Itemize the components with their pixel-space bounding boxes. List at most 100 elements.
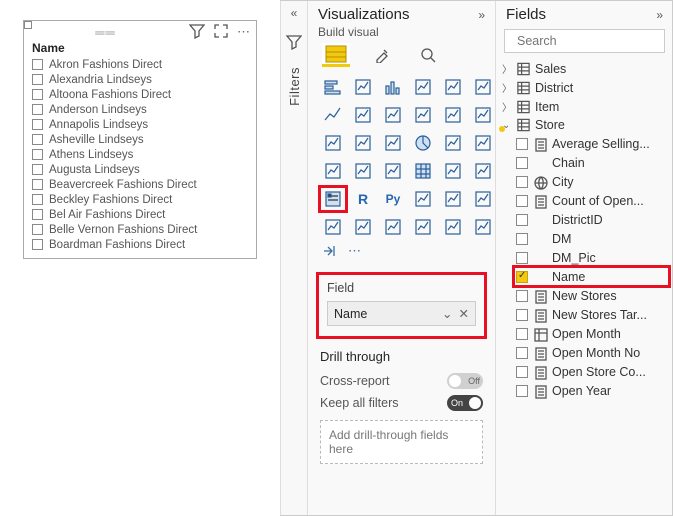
slicer-item[interactable]: Athens Lindseys	[32, 147, 248, 162]
viz-type-column-clustered[interactable]	[410, 75, 436, 99]
viz-type-line-markers[interactable]	[410, 103, 436, 127]
checkbox-icon[interactable]	[32, 89, 43, 100]
viz-type-key-influencers[interactable]	[410, 187, 436, 211]
collapse-fields-icon[interactable]: »	[656, 8, 663, 22]
slicer-item[interactable]: Altoona Fashions Direct	[32, 87, 248, 102]
viz-type-python[interactable]: Py	[380, 187, 406, 211]
checkbox-icon[interactable]	[32, 134, 43, 145]
table-district[interactable]: 〉District	[500, 78, 669, 97]
field-average-selling-[interactable]: Average Selling...	[514, 134, 669, 153]
search-input[interactable]	[517, 34, 673, 48]
table-store[interactable]: ⌄Store	[500, 116, 669, 134]
field-dm[interactable]: DM	[514, 229, 669, 248]
viz-type-ribbon[interactable]	[440, 103, 466, 127]
focus-mode-icon[interactable]	[213, 23, 229, 42]
more-options-icon[interactable]: ⋯	[237, 24, 250, 40]
expand-filters-icon[interactable]: «	[291, 6, 298, 20]
format-visual-tab[interactable]	[368, 43, 396, 67]
viz-type-azure-map[interactable]	[380, 159, 406, 183]
collapse-viz-icon[interactable]: »	[478, 8, 485, 22]
viz-type-decomp[interactable]	[440, 187, 466, 211]
checkbox-icon[interactable]	[516, 195, 528, 207]
checkbox-icon[interactable]	[516, 290, 528, 302]
ellipsis-icon[interactable]: ⋯	[348, 243, 361, 262]
checkbox-icon[interactable]	[516, 157, 528, 169]
checkbox-icon[interactable]	[516, 309, 528, 321]
field-city[interactable]: City	[514, 172, 669, 191]
viz-type-donut[interactable]	[440, 131, 466, 155]
cross-report-toggle[interactable]: Off	[447, 373, 483, 389]
slicer-item[interactable]: Beckley Fashions Direct	[32, 192, 248, 207]
chevron-down-icon[interactable]: ⌄	[442, 306, 452, 321]
viz-type-table[interactable]	[410, 159, 436, 183]
viz-type-funnel[interactable]	[320, 131, 346, 155]
viz-type-r[interactable]: R	[350, 187, 376, 211]
slicer-item[interactable]: Beavercreek Fashions Direct	[32, 177, 248, 192]
checkbox-icon[interactable]	[32, 164, 43, 175]
viz-type-custom2[interactable]	[470, 215, 496, 239]
viz-type-shape-map[interactable]	[350, 159, 376, 183]
field-pill-name[interactable]: Name ⌄ ✕	[327, 301, 476, 326]
field-open-month-no[interactable]: Open Month No	[514, 343, 669, 362]
viz-type-filled-map[interactable]	[320, 159, 346, 183]
viz-type-card[interactable]	[380, 131, 406, 155]
checkbox-icon[interactable]	[516, 328, 528, 340]
checkbox-icon[interactable]	[32, 149, 43, 160]
more-visuals-icon[interactable]	[322, 243, 338, 262]
slicer-item[interactable]: Alexandria Lindseys	[32, 72, 248, 87]
slicer-item[interactable]: Belle Vernon Fashions Direct	[32, 222, 248, 237]
checkbox-icon[interactable]	[32, 224, 43, 235]
table-sales[interactable]: 〉Sales	[500, 59, 669, 78]
viz-type-kpi[interactable]	[470, 159, 496, 183]
slicer-item[interactable]: Augusta Lindseys	[32, 162, 248, 177]
field-open-year[interactable]: Open Year	[514, 381, 669, 400]
drill-through-drop-target[interactable]: Add drill-through fields here	[320, 420, 483, 464]
field-count-of-open-[interactable]: Count of Open...	[514, 191, 669, 210]
viz-type-line[interactable]	[320, 103, 346, 127]
checkbox-icon[interactable]	[516, 271, 528, 283]
analytics-tab[interactable]	[414, 43, 442, 67]
viz-type-paginated[interactable]	[320, 215, 346, 239]
checkbox-icon[interactable]	[32, 194, 43, 205]
viz-type-column-line[interactable]	[470, 75, 496, 99]
field-districtid[interactable]: DistrictID	[514, 210, 669, 229]
slicer-item[interactable]: Asheville Lindseys	[32, 132, 248, 147]
viz-type-matrix[interactable]	[440, 159, 466, 183]
field-open-store-co-[interactable]: Open Store Co...	[514, 362, 669, 381]
viz-type-gauge[interactable]	[350, 131, 376, 155]
checkbox-icon[interactable]	[32, 179, 43, 190]
field-new-stores-tar-[interactable]: New Stores Tar...	[514, 305, 669, 324]
checkbox-icon[interactable]	[516, 214, 528, 226]
checkbox-icon[interactable]	[32, 104, 43, 115]
viz-type-arcgis[interactable]	[350, 215, 376, 239]
slicer-item[interactable]: Annapolis Lindseys	[32, 117, 248, 132]
checkbox-icon[interactable]	[516, 252, 528, 264]
checkbox-icon[interactable]	[516, 366, 528, 378]
slicer-visual[interactable]: ══ ⋯ Name Akron Fashions DirectAlexandri…	[23, 20, 257, 259]
field-dm_pic[interactable]: DM_Pic	[514, 248, 669, 267]
viz-type-column-100[interactable]	[440, 75, 466, 99]
viz-type-powerapps[interactable]	[380, 215, 406, 239]
drag-grip-icon[interactable]: ══	[95, 25, 115, 40]
slicer-item[interactable]: Boardman Fashions Direct	[32, 237, 248, 252]
slicer-item[interactable]: Akron Fashions Direct	[32, 57, 248, 72]
checkbox-icon[interactable]	[516, 176, 528, 188]
build-visual-tab[interactable]	[322, 43, 350, 67]
viz-type-qna[interactable]	[470, 187, 496, 211]
filters-pane-collapsed[interactable]: « Filters	[280, 0, 308, 516]
viz-type-area-stacked[interactable]	[380, 103, 406, 127]
checkbox-icon[interactable]	[32, 119, 43, 130]
slicer-item[interactable]: Bel Air Fashions Direct	[32, 207, 248, 222]
checkbox-icon[interactable]	[32, 209, 43, 220]
checkbox-icon[interactable]	[32, 74, 43, 85]
viz-type-column-stacked[interactable]	[380, 75, 406, 99]
viz-type-custom1[interactable]	[440, 215, 466, 239]
field-new-stores[interactable]: New Stores	[514, 286, 669, 305]
filter-icon[interactable]	[189, 23, 205, 42]
viz-type-bar-stacked[interactable]	[320, 75, 346, 99]
remove-field-icon[interactable]: ✕	[459, 306, 469, 321]
viz-type-pie[interactable]	[410, 131, 436, 155]
field-chain[interactable]: Chain	[514, 153, 669, 172]
report-canvas[interactable]: ══ ⋯ Name Akron Fashions DirectAlexandri…	[0, 0, 280, 516]
checkbox-icon[interactable]	[516, 233, 528, 245]
